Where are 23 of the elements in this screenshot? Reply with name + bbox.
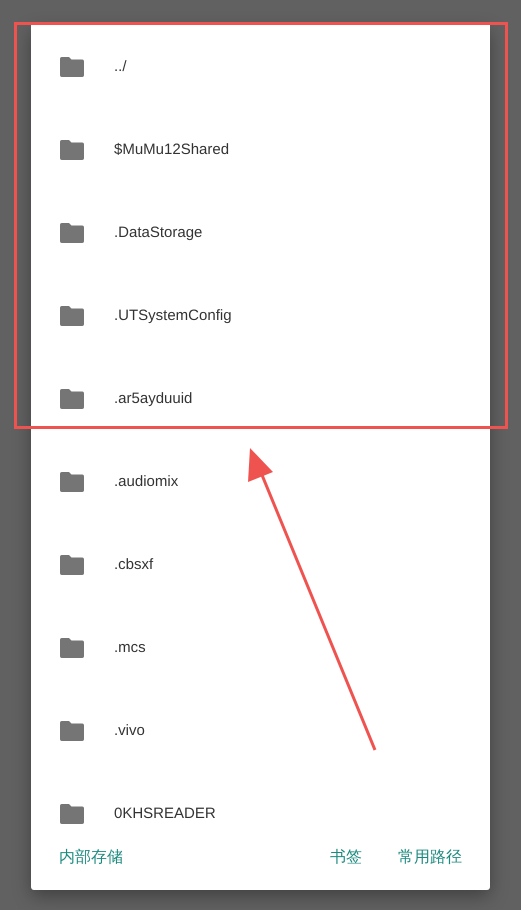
folder-name[interactable]: .vivo bbox=[114, 722, 145, 739]
folder-icon bbox=[60, 638, 84, 658]
folder-icon bbox=[60, 306, 84, 326]
storage-button[interactable]: 内部存储 bbox=[51, 841, 131, 874]
folder-icon bbox=[60, 472, 84, 492]
folder-icon bbox=[60, 554, 84, 574]
folder-icon bbox=[60, 140, 84, 160]
folder-icon bbox=[60, 56, 84, 76]
folder-name[interactable]: ../ bbox=[114, 58, 127, 75]
folder-name[interactable]: .mcs bbox=[114, 639, 146, 656]
folder-name[interactable]: .cbsxf bbox=[114, 556, 154, 573]
footer-button[interactable]: 书签 bbox=[322, 841, 370, 874]
folder-icon bbox=[60, 222, 84, 242]
folder-icon bbox=[60, 804, 84, 824]
folder-name[interactable]: 0KHSREADER bbox=[114, 805, 216, 822]
footer-button[interactable]: 常用路径 bbox=[390, 841, 470, 874]
folder-icon bbox=[60, 720, 84, 740]
folder-name[interactable]: .ar5ayduuid bbox=[114, 390, 192, 407]
folder-icon bbox=[60, 388, 84, 408]
folder-name[interactable]: .UTSystemConfig bbox=[114, 307, 232, 324]
folder-name[interactable]: .audiomix bbox=[114, 473, 178, 490]
folder-name[interactable]: .DataStorage bbox=[114, 224, 202, 241]
folder-name[interactable]: $MuMu12Shared bbox=[114, 141, 230, 158]
